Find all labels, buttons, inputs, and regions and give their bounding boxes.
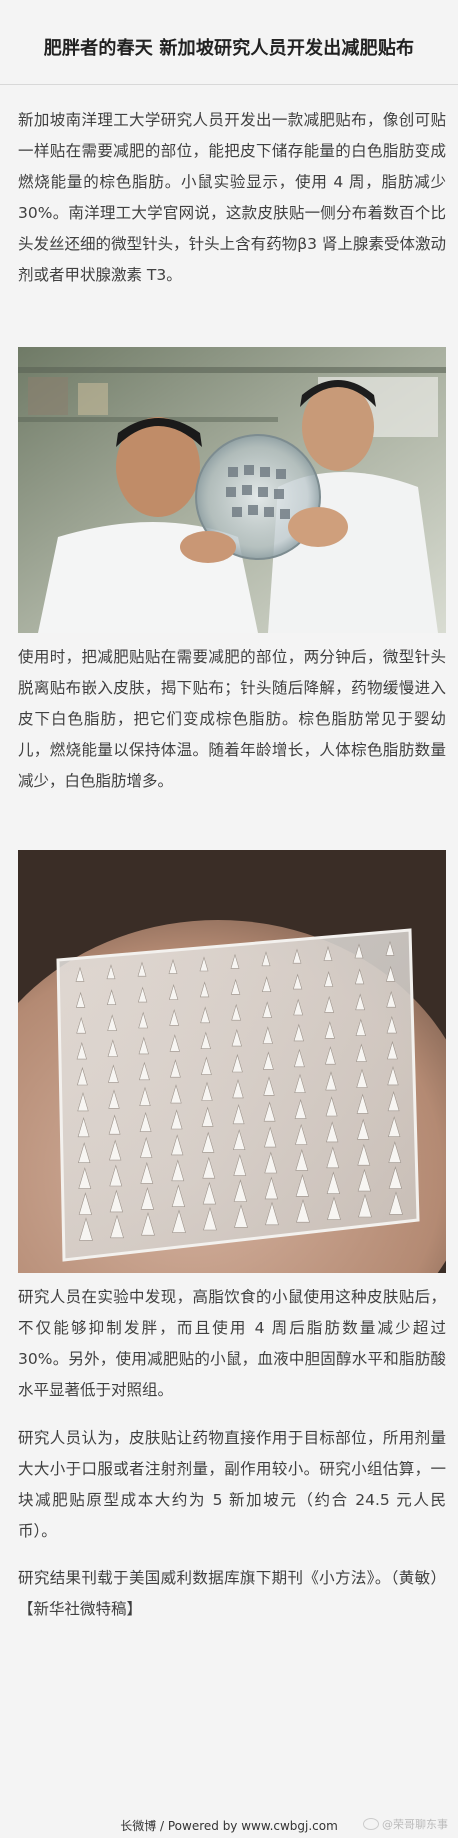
watermark-text: @荣哥聊东事	[382, 1818, 448, 1831]
weibo-icon	[363, 1818, 379, 1830]
watermark: @荣哥聊东事	[363, 1816, 448, 1832]
paragraph-1: 新加坡南洋理工大学研究人员开发出一款减肥贴布，像创可贴一样贴在需要减肥的部位，能…	[18, 111, 446, 284]
paragraph-4: 研究人员认为，皮肤贴让药物直接作用于目标部位，所用剂量大大小于口服或者注射剂量，…	[18, 1429, 446, 1540]
article-page: 肥胖者的春天 新加坡研究人员开发出减肥贴布 新加坡南洋理工大学研究人员开发出一款…	[0, 0, 458, 1838]
researchers-photo	[18, 347, 446, 633]
footer-credit[interactable]: 长微博 / Powered by www.cwbgj.com	[120, 1817, 338, 1834]
paragraph-5: 研究结果刊载于美国威利数据库旗下期刊《小方法》。（黄敏）【新华社微特稿】	[18, 1569, 446, 1618]
article-title: 肥胖者的春天 新加坡研究人员开发出减肥贴布	[43, 38, 415, 59]
footer: 长微博 / Powered by www.cwbgj.com @荣哥聊东事	[0, 1812, 458, 1838]
paragraph-2: 使用时，把减肥贴贴在需要减肥的部位，两分钟后，微型针头脱离贴布嵌入皮肤，揭下贴布…	[18, 648, 446, 790]
paragraph-3: 研究人员在实验中发现，高脂饮食的小鼠使用这种皮肤贴后，不仅能够抑制发胖，而且使用…	[18, 1288, 446, 1399]
microneedle-patch-photo	[18, 850, 446, 1273]
title-divider	[0, 84, 458, 85]
